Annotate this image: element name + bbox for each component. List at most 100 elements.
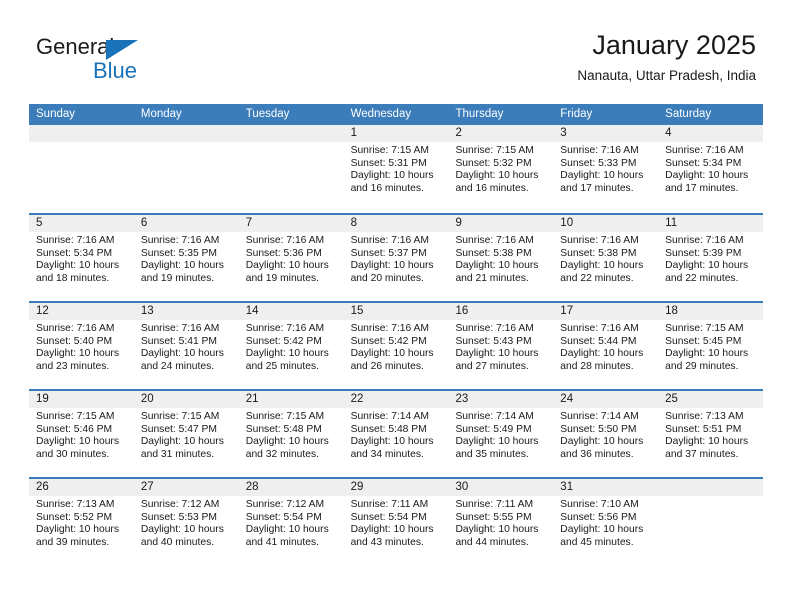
day-cell[interactable]: 26 Sunrise: 7:13 AM Sunset: 5:52 PM Dayligh… (29, 479, 134, 565)
day-number: 26 (29, 479, 134, 496)
page-title: January 2025 (592, 30, 756, 60)
title-block: January 2025 Nanauta, Uttar Pradesh, Ind… (577, 28, 756, 85)
day-cell[interactable]: 7 Sunrise: 7:16 AM Sunset: 5:36 PM Daylight… (238, 215, 344, 301)
day-number: 12 (29, 303, 134, 320)
day-cell[interactable]: 8 Sunrise: 7:16 AM Sunset: 5:37 PM Daylight… (343, 215, 449, 301)
day-cell[interactable]: 20 Sunrise: 7:15 AM Sunset: 5:47 PM Dayligh… (133, 391, 239, 477)
day-cell[interactable]: 30 Sunrise: 7:11 AM Sunset: 5:55 PM Dayligh… (448, 479, 554, 565)
daylight-duration-line1: Daylight: 10 hours (36, 348, 119, 360)
day-cell[interactable]: 4 Sunrise: 7:16 AM Sunset: 5:34 PM Daylight… (658, 125, 764, 213)
day-cell[interactable]: 18 Sunrise: 7:15 AM Sunset: 5:45 PM Dayligh… (658, 303, 764, 389)
day-cell[interactable]: 10 Sunrise: 7:16 AM Sunset: 5:38 PM Dayligh… (553, 215, 659, 301)
day-cell[interactable]: 29 Sunrise: 7:11 AM Sunset: 5:54 PM Dayligh… (343, 479, 449, 565)
sunrise-time: Sunrise: 7:16 AM (140, 235, 220, 246)
sunrise-time: Sunrise: 7:15 AM (245, 411, 325, 422)
day-cell[interactable]: 16 Sunrise: 7:16 AM Sunset: 5:43 PM Dayligh… (448, 303, 554, 389)
day-cell[interactable]: 13 Sunrise: 7:16 AM Sunset: 5:41 PM Dayligh… (133, 303, 239, 389)
day-cell[interactable]: 15 Sunrise: 7:16 AM Sunset: 5:42 PM Dayligh… (343, 303, 449, 389)
day-number: 15 (343, 303, 449, 320)
general-blue-logo[interactable]: General Blue (36, 34, 166, 86)
daylight-duration-line2: and 16 minutes. (455, 182, 529, 194)
day-details: Sunrise: 7:12 AM Sunset: 5:54 PM Daylight:… (239, 496, 344, 549)
day-cell[interactable]: 31 Sunrise: 7:10 AM Sunset: 5:56 PM Dayligh… (553, 479, 659, 565)
day-of-week-header-thursday: Thursday (455, 108, 504, 120)
day-number: 30 (448, 479, 554, 496)
sunset-time: Sunset: 5:45 PM (665, 335, 742, 347)
day-cell[interactable]: 5 Sunrise: 7:16 AM Sunset: 5:34 PM Daylight… (29, 215, 134, 301)
day-of-week-header-sunday: Sunday (36, 108, 76, 120)
sunrise-time: Sunrise: 7:16 AM (140, 323, 220, 334)
daylight-duration-line2: and 36 minutes. (560, 448, 634, 460)
day-cell[interactable]: 27 Sunrise: 7:12 AM Sunset: 5:53 PM Dayligh… (133, 479, 239, 565)
sunrise-time: Sunrise: 7:15 AM (36, 411, 115, 422)
day-number: 3 (553, 125, 659, 142)
day-cell[interactable]: 3 Sunrise: 7:16 AM Sunset: 5:33 PM Daylight… (553, 125, 659, 213)
day-details: Sunrise: 7:14 AM Sunset: 5:49 PM Daylight:… (448, 408, 553, 461)
day-number: 23 (448, 391, 554, 408)
daylight-duration-line1: Daylight: 10 hours (455, 348, 539, 360)
day-number: 31 (553, 479, 659, 496)
day-details: Sunrise: 7:16 AM Sunset: 5:37 PM Daylight:… (344, 232, 449, 285)
daylight-duration-line1: Daylight: 10 hours (140, 348, 224, 360)
sunset-time: Sunset: 5:46 PM (36, 423, 113, 435)
day-number: 22 (343, 391, 449, 408)
day-cell[interactable]: 22 Sunrise: 7:14 AM Sunset: 5:48 PM Dayligh… (343, 391, 449, 477)
sunrise-time: Sunrise: 7:15 AM (350, 145, 429, 156)
day-cell[interactable]: 14 Sunrise: 7:16 AM Sunset: 5:42 PM Dayligh… (238, 303, 344, 389)
day-cell-empty (133, 125, 239, 213)
sunset-time: Sunset: 5:53 PM (140, 511, 217, 523)
sunset-time: Sunset: 5:49 PM (455, 423, 532, 435)
sunset-time: Sunset: 5:35 PM (140, 247, 217, 259)
day-details: Sunrise: 7:15 AM Sunset: 5:31 PM Daylight:… (344, 142, 449, 195)
day-cell[interactable]: 9 Sunrise: 7:16 AM Sunset: 5:38 PM Daylight… (448, 215, 554, 301)
day-cell[interactable]: 19 Sunrise: 7:15 AM Sunset: 5:46 PM Dayligh… (29, 391, 134, 477)
sunrise-time: Sunrise: 7:11 AM (350, 499, 429, 510)
day-cell[interactable]: 28 Sunrise: 7:12 AM Sunset: 5:54 PM Dayligh… (238, 479, 344, 565)
daylight-duration-line1: Daylight: 10 hours (455, 524, 539, 536)
day-cell[interactable]: 1 Sunrise: 7:15 AM Sunset: 5:31 PM Daylight… (343, 125, 449, 213)
day-details: Sunrise: 7:12 AM Sunset: 5:53 PM Daylight:… (134, 496, 239, 549)
day-cell[interactable]: 23 Sunrise: 7:14 AM Sunset: 5:49 PM Dayligh… (448, 391, 554, 477)
day-cell[interactable]: 21 Sunrise: 7:15 AM Sunset: 5:48 PM Dayligh… (238, 391, 344, 477)
calendar-page: General Blue January 2025 Nanauta, Uttar… (0, 0, 792, 612)
day-details: Sunrise: 7:16 AM Sunset: 5:43 PM Daylight:… (448, 320, 553, 373)
day-cell-empty (658, 479, 764, 565)
daylight-duration-line2: and 25 minutes. (245, 360, 319, 372)
daylight-duration-line2: and 39 minutes. (36, 536, 110, 548)
day-cell[interactable]: 6 Sunrise: 7:16 AM Sunset: 5:35 PM Daylight… (133, 215, 239, 301)
location-subtitle: Nanauta, Uttar Pradesh, India (577, 68, 756, 83)
daylight-duration-line1: Daylight: 10 hours (665, 260, 749, 272)
day-cell[interactable]: 25 Sunrise: 7:13 AM Sunset: 5:51 PM Dayligh… (658, 391, 764, 477)
day-cell[interactable]: 2 Sunrise: 7:15 AM Sunset: 5:32 PM Daylight… (448, 125, 554, 213)
daylight-duration-line2: and 41 minutes. (245, 536, 319, 548)
sunrise-time: Sunrise: 7:16 AM (560, 235, 639, 246)
day-number: 29 (343, 479, 449, 496)
daylight-duration-line2: and 44 minutes. (455, 536, 529, 548)
day-details: Sunrise: 7:13 AM Sunset: 5:52 PM Daylight:… (29, 496, 134, 549)
sunrise-time: Sunrise: 7:16 AM (350, 235, 429, 246)
day-details: Sunrise: 7:16 AM Sunset: 5:38 PM Daylight:… (448, 232, 553, 285)
day-cell[interactable]: 17 Sunrise: 7:16 AM Sunset: 5:44 PM Dayligh… (553, 303, 659, 389)
daylight-duration-line2: and 45 minutes. (560, 536, 634, 548)
daylight-duration-line1: Daylight: 10 hours (140, 524, 224, 536)
sunrise-time: Sunrise: 7:16 AM (665, 145, 744, 156)
day-of-week-header-wednesday: Wednesday (350, 108, 412, 120)
day-details: Sunrise: 7:11 AM Sunset: 5:55 PM Daylight:… (448, 496, 553, 549)
day-details: Sunrise: 7:16 AM Sunset: 5:39 PM Daylight:… (658, 232, 763, 285)
day-number: 21 (238, 391, 344, 408)
day-details: Sunrise: 7:16 AM Sunset: 5:35 PM Daylight:… (134, 232, 239, 285)
logo-text-general: General (36, 34, 115, 59)
day-details: Sunrise: 7:16 AM Sunset: 5:42 PM Daylight:… (344, 320, 449, 373)
day-number: 2 (448, 125, 554, 142)
sunset-time: Sunset: 5:34 PM (36, 247, 113, 259)
daylight-duration-line1: Daylight: 10 hours (665, 436, 749, 448)
sunrise-time: Sunrise: 7:13 AM (36, 499, 115, 510)
sunset-time: Sunset: 5:54 PM (350, 511, 427, 523)
day-cell[interactable]: 11 Sunrise: 7:16 AM Sunset: 5:39 PM Dayligh… (658, 215, 764, 301)
day-number: 7 (238, 215, 344, 232)
day-details: Sunrise: 7:16 AM Sunset: 5:38 PM Daylight:… (553, 232, 658, 285)
sunrise-time: Sunrise: 7:11 AM (455, 499, 534, 510)
daylight-duration-line1: Daylight: 10 hours (350, 348, 434, 360)
day-cell[interactable]: 24 Sunrise: 7:14 AM Sunset: 5:50 PM Dayligh… (553, 391, 659, 477)
day-cell[interactable]: 12 Sunrise: 7:16 AM Sunset: 5:40 PM Dayligh… (29, 303, 134, 389)
